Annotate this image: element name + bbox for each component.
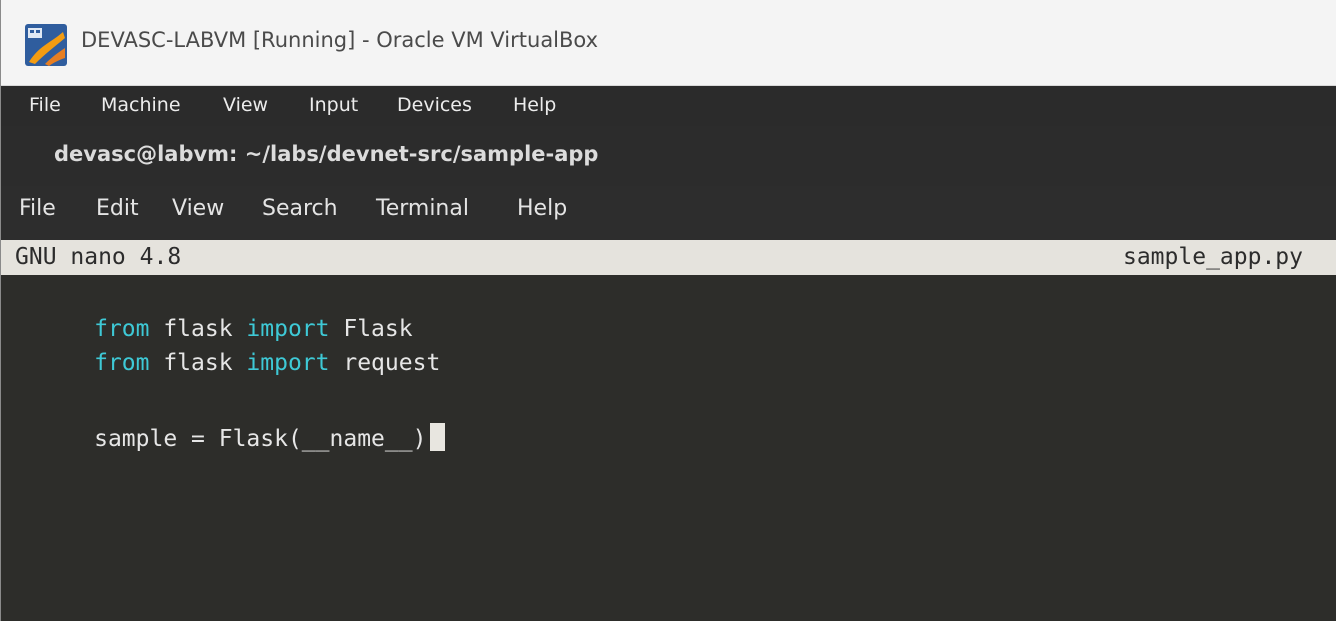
virtualbox-logo-icon xyxy=(25,24,67,66)
terminal-menu-search[interactable]: Search xyxy=(262,196,338,221)
terminal-menu-help[interactable]: Help xyxy=(517,196,567,221)
nano-version: GNU nano 4.8 xyxy=(15,244,182,270)
terminal-menu-view[interactable]: View xyxy=(172,196,224,221)
code-token: sample = Flask(__name__) xyxy=(94,426,427,452)
nano-filename: sample_app.py xyxy=(1122,244,1303,270)
vbox-menu-bar: File Machine View Input Devices Help xyxy=(1,86,1336,126)
terminal-menu-edit[interactable]: Edit xyxy=(96,196,139,221)
vbox-menu-view[interactable]: View xyxy=(223,94,268,116)
code-token: flask xyxy=(149,350,247,376)
terminal-title: devasc@labvm: ~/labs/devnet-src/sample-a… xyxy=(54,142,599,166)
vbox-menu-devices[interactable]: Devices xyxy=(397,94,472,116)
code-token: request xyxy=(329,350,441,376)
code-line-2: from flask import request xyxy=(11,312,440,376)
vbox-title-bar[interactable]: DEVASC-LABVM [Running] - Oracle VM Virtu… xyxy=(1,0,1336,86)
terminal-menu-terminal[interactable]: Terminal xyxy=(376,196,469,221)
vbox-menu-input[interactable]: Input xyxy=(309,94,358,116)
code-token: import xyxy=(246,350,330,376)
terminal-menu-file[interactable]: File xyxy=(19,196,56,221)
nano-editor-area[interactable]: from flask import Flask from flask impor… xyxy=(1,275,1336,621)
vbox-menu-help[interactable]: Help xyxy=(513,94,556,116)
terminal-title-bar[interactable]: devasc@labvm: ~/labs/devnet-src/sample-a… xyxy=(1,126,1336,186)
code-line-4: sample = Flask(__name__) xyxy=(11,388,446,452)
text-cursor xyxy=(430,423,446,451)
nano-status-bar: GNU nano 4.8 sample_app.py xyxy=(1,240,1336,275)
window-title: DEVASC-LABVM [Running] - Oracle VM Virtu… xyxy=(81,28,599,52)
code-line-1: from flask import Flask xyxy=(11,278,413,342)
code-token: from xyxy=(94,350,150,376)
terminal-menu-bar: File Edit View Search Terminal Help xyxy=(1,186,1336,240)
vbox-menu-file[interactable]: File xyxy=(29,94,61,116)
vbox-menu-machine[interactable]: Machine xyxy=(101,94,181,116)
virtualbox-window: DEVASC-LABVM [Running] - Oracle VM Virtu… xyxy=(0,0,1336,621)
